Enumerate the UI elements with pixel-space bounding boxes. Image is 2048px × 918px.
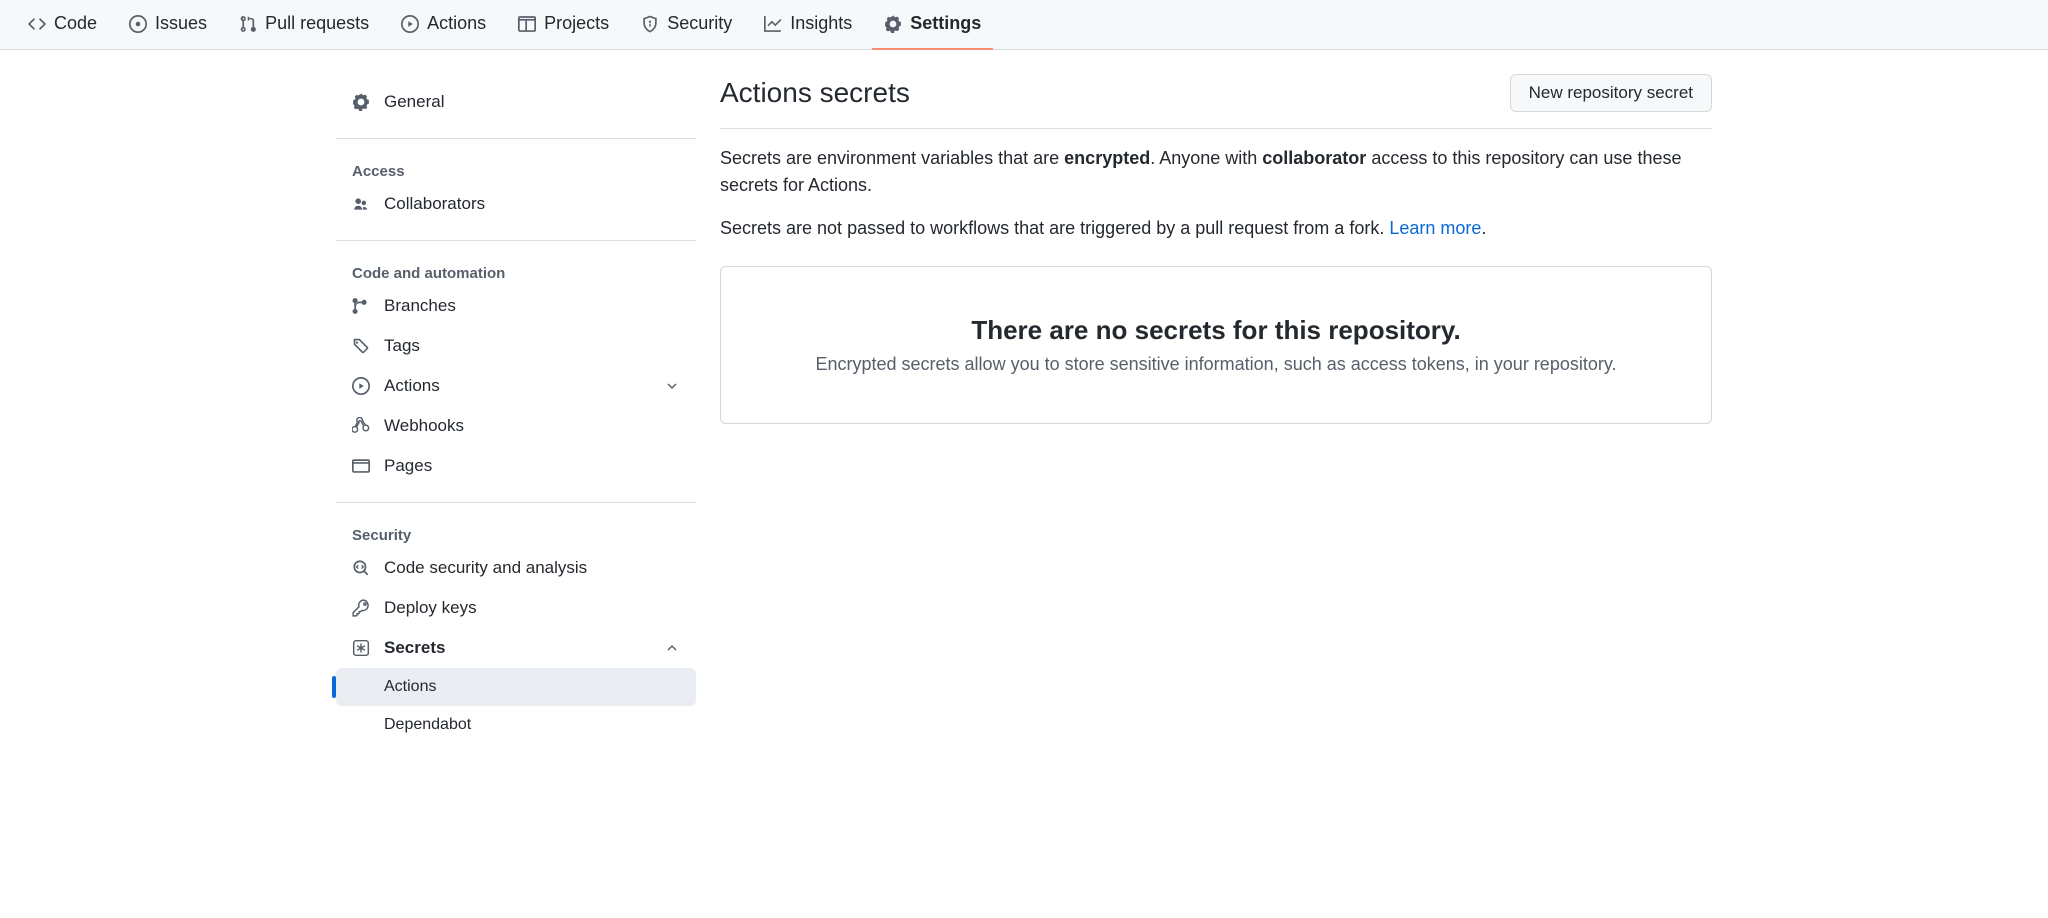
sidebar-item-label: Secrets bbox=[384, 636, 445, 660]
play-circle-icon bbox=[401, 15, 419, 33]
shield-icon bbox=[641, 15, 659, 33]
empty-state: There are no secrets for this repository… bbox=[720, 266, 1712, 424]
tab-label: Actions bbox=[427, 13, 486, 34]
gear-icon bbox=[352, 93, 372, 111]
sidebar-item-label: General bbox=[384, 90, 444, 114]
sidebar-heading-code: Code and automation bbox=[336, 257, 696, 286]
repo-nav: Code Issues Pull requests Actions Projec… bbox=[0, 0, 2048, 50]
tab-label: Projects bbox=[544, 13, 609, 34]
sidebar-item-secrets[interactable]: Secrets bbox=[336, 628, 696, 668]
main-content: Actions secrets New repository secret Se… bbox=[720, 74, 1712, 752]
tab-actions[interactable]: Actions bbox=[389, 0, 498, 50]
tab-security[interactable]: Security bbox=[629, 0, 744, 50]
new-repository-secret-button[interactable]: New repository secret bbox=[1510, 74, 1712, 112]
sidebar-item-deploy-keys[interactable]: Deploy keys bbox=[336, 588, 696, 628]
sidebar-item-pages[interactable]: Pages bbox=[336, 446, 696, 486]
pull-request-icon bbox=[239, 15, 257, 33]
sidebar-item-webhooks[interactable]: Webhooks bbox=[336, 406, 696, 446]
sidebar-subitem-secrets-actions[interactable]: Actions bbox=[336, 668, 696, 706]
sidebar-item-label: Dependabot bbox=[384, 714, 471, 736]
graph-icon bbox=[764, 15, 782, 33]
description-paragraph-2: Secrets are not passed to workflows that… bbox=[720, 215, 1712, 242]
sidebar-item-label: Actions bbox=[384, 676, 436, 698]
sidebar-item-tags[interactable]: Tags bbox=[336, 326, 696, 366]
sidebar-item-label: Pages bbox=[384, 454, 432, 478]
people-icon bbox=[352, 195, 372, 213]
issue-icon bbox=[129, 15, 147, 33]
sidebar-item-label: Code security and analysis bbox=[384, 556, 587, 580]
asterisk-icon bbox=[352, 639, 372, 657]
tag-icon bbox=[352, 337, 372, 355]
branch-icon bbox=[352, 297, 372, 315]
sidebar-item-label: Deploy keys bbox=[384, 596, 477, 620]
tab-label: Security bbox=[667, 13, 732, 34]
code-icon bbox=[28, 15, 46, 33]
sidebar-item-code-security[interactable]: Code security and analysis bbox=[336, 548, 696, 588]
page-title: Actions secrets bbox=[720, 77, 910, 109]
sidebar-item-label: Collaborators bbox=[384, 192, 485, 216]
tab-label: Insights bbox=[790, 13, 852, 34]
chevron-down-icon bbox=[664, 378, 680, 394]
sidebar-heading-security: Security bbox=[336, 519, 696, 548]
code-scan-icon bbox=[352, 559, 372, 577]
sidebar-item-label: Branches bbox=[384, 294, 456, 318]
chevron-up-icon bbox=[664, 640, 680, 656]
tab-issues[interactable]: Issues bbox=[117, 0, 219, 50]
tab-insights[interactable]: Insights bbox=[752, 0, 864, 50]
sidebar-subitem-secrets-dependabot[interactable]: Dependabot bbox=[336, 706, 696, 744]
play-circle-icon bbox=[352, 377, 372, 395]
empty-state-title: There are no secrets for this repository… bbox=[753, 315, 1679, 346]
sidebar-heading-access: Access bbox=[336, 155, 696, 184]
gear-icon bbox=[884, 15, 902, 33]
tab-label: Code bbox=[54, 13, 97, 34]
tab-pull-requests[interactable]: Pull requests bbox=[227, 0, 381, 50]
sidebar-item-branches[interactable]: Branches bbox=[336, 286, 696, 326]
project-icon bbox=[518, 15, 536, 33]
sidebar-item-general[interactable]: General bbox=[336, 82, 696, 122]
empty-state-subtitle: Encrypted secrets allow you to store sen… bbox=[753, 354, 1679, 375]
description-paragraph-1: Secrets are environment variables that a… bbox=[720, 145, 1712, 199]
tab-settings[interactable]: Settings bbox=[872, 0, 993, 50]
sidebar-item-label: Tags bbox=[384, 334, 420, 358]
webhook-icon bbox=[352, 417, 372, 435]
learn-more-link[interactable]: Learn more bbox=[1389, 218, 1481, 238]
tab-label: Issues bbox=[155, 13, 207, 34]
tab-label: Settings bbox=[910, 13, 981, 34]
tab-label: Pull requests bbox=[265, 13, 369, 34]
tab-code[interactable]: Code bbox=[16, 0, 109, 50]
sidebar-item-label: Actions bbox=[384, 374, 440, 398]
sidebar-item-label: Webhooks bbox=[384, 414, 464, 438]
sidebar-item-actions[interactable]: Actions bbox=[336, 366, 696, 406]
settings-sidebar: General Access Collaborators Code and au… bbox=[336, 74, 696, 752]
browser-icon bbox=[352, 457, 372, 475]
key-icon bbox=[352, 599, 372, 617]
tab-projects[interactable]: Projects bbox=[506, 0, 621, 50]
sidebar-item-collaborators[interactable]: Collaborators bbox=[336, 184, 696, 224]
